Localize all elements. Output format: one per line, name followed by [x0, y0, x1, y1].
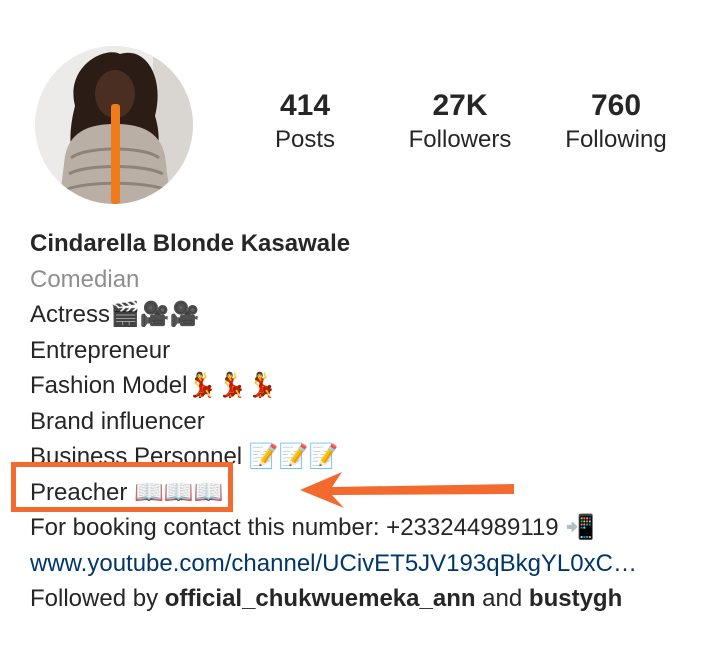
profile-name: Cindarella Blonde Kasawale [30, 230, 351, 257]
followed-by-user-2[interactable]: bustygh [529, 585, 622, 612]
profile-category: Comedian [30, 265, 140, 293]
posts-count: 414 [279, 89, 331, 122]
followed-by-prefix: Followed by [30, 585, 165, 612]
profile-link[interactable]: www.youtube.com/channel/UCivET5JV193qBkg… [30, 546, 710, 582]
following-count: 760 [590, 89, 642, 122]
posts-label: Posts [274, 126, 336, 153]
bio-line-booking-contact: For booking contact this number: +233244… [30, 514, 596, 541]
following-label: Following [565, 126, 667, 153]
bio-line-brand-influencer: Brand influencer [30, 407, 205, 435]
profile-photo-icon [35, 46, 193, 204]
profile-avatar[interactable] [35, 46, 193, 204]
bio-line-actress: Actress🎬🎥🎥 [30, 301, 200, 328]
followed-by-conjunction: and [475, 585, 529, 612]
left-arrow-icon [300, 472, 514, 508]
bio-line-fashion-model: Fashion Model💃💃💃 [30, 372, 278, 399]
followed-by: Followed by official_chukwuemeka_ann and… [30, 581, 710, 617]
highlight-box [11, 462, 233, 512]
followers-stat[interactable]: 27K Followers [390, 88, 530, 156]
posts-stat[interactable]: 414 Posts [235, 88, 375, 156]
followers-count: 27K [432, 89, 488, 122]
followed-by-user-1[interactable]: official_chukwuemeka_ann [165, 585, 476, 612]
following-stat[interactable]: 760 Following [546, 88, 686, 156]
followers-label: Followers [408, 126, 512, 153]
bio-line-entrepreneur: Entrepreneur [30, 336, 171, 364]
profile-bio: Cindarella Blonde Kasawale Comedian Actr… [30, 226, 710, 617]
